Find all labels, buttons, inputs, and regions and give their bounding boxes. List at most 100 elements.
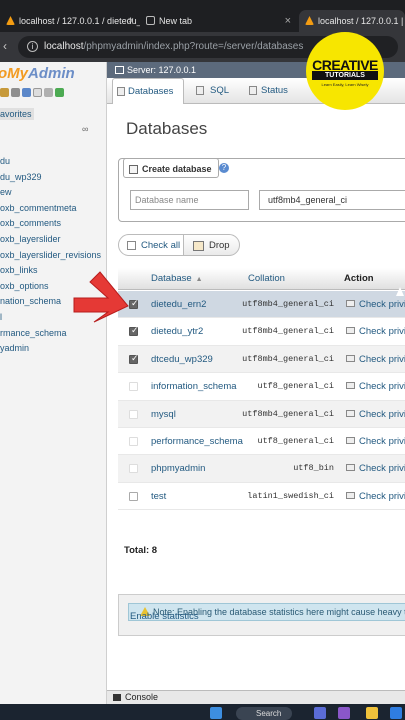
table-row[interactable]: dietedu_ytr2 utf8mb4_general_ci Check pr… [118,318,405,346]
reload-icon[interactable] [55,88,64,97]
sql-icon [196,86,204,95]
row-checkbox[interactable] [129,325,139,337]
enable-statistics-link[interactable]: Enable statistics [130,611,199,622]
browser-tab-3[interactable]: localhost / 127.0.0.1 | ph [299,10,405,32]
tree-item[interactable]: rmance_schema [0,326,106,342]
drop-button[interactable]: Drop [183,234,240,256]
collation-value: utf8_general_ci [257,381,334,392]
row-checkbox[interactable] [129,353,139,364]
tree-item[interactable]: du_wp329 [0,170,106,186]
drop-icon [193,241,204,251]
row-checkbox[interactable] [129,464,138,474]
tree-item[interactable]: oxb_layerslider_revisions [0,248,106,264]
check-privileges-link[interactable]: Check privil [346,346,405,373]
table-row[interactable]: dietedu_ern2 utf8mb4_general_ci Check pr… [118,291,405,319]
collation-value: utf8_general_ci [257,436,334,446]
help-icon[interactable]: ? [219,163,229,173]
privileges-icon [346,327,355,335]
table-row[interactable]: dtcedu_wp329 utf8mb4_general_ci Check pr… [118,345,405,374]
page-title: Databases [126,119,208,138]
tree-item[interactable]: oxb_layerslider [0,232,106,248]
privileges-icon [346,382,355,390]
browser-tab-strip: localhost / 127.0.0.1 / dietedu_yt × New… [0,0,405,32]
check-all-checkbox[interactable] [127,241,136,250]
logout-icon[interactable] [11,88,20,97]
databases-icon [117,87,125,96]
database-tree: du du_wp329 ew oxb_commentmeta oxb_comme… [0,154,106,357]
tree-item[interactable]: yadmin [0,341,106,357]
close-tab-icon[interactable]: × [128,10,134,32]
database-link[interactable]: test [151,483,166,510]
taskbar-app-icon[interactable] [390,707,402,719]
check-privileges-link[interactable]: Check privil [346,428,405,455]
privileges-icon [346,491,355,499]
check-all-button[interactable]: Check all [118,234,190,256]
browser-tab-1[interactable]: localhost / 127.0.0.1 / dietedu_yt × [0,10,140,32]
docs-icon[interactable] [33,88,42,97]
table-row[interactable]: information_schema utf8_general_ci Check… [118,373,405,401]
tab-status[interactable]: Status [245,78,305,104]
collation-value: utf8mb4_general_ci [242,326,334,337]
check-privileges-link[interactable]: Check privil [346,401,405,428]
check-privileges-link[interactable]: Check privil [346,373,405,400]
settings-icon[interactable] [44,88,53,97]
console-bar[interactable]: Console [107,690,405,704]
table-row[interactable]: mysql utf8mb4_general_ci Check privil [118,400,405,428]
new-tab-favicon-icon [146,16,155,25]
folder-icon[interactable] [366,707,378,719]
database-link[interactable]: dietedu_ytr2 [151,318,203,345]
tree-item[interactable]: du [0,154,106,170]
column-header-database[interactable]: Database ▲ [151,268,203,290]
tree-item[interactable]: ew [0,185,106,201]
row-checkbox[interactable] [129,382,138,392]
tab-sql[interactable]: SQL [191,78,239,104]
database-link[interactable]: information_schema [151,373,237,400]
collation-select[interactable]: utf8mb4_general_ci [259,190,405,210]
favorites-tab[interactable]: avorites [0,108,34,120]
database-link[interactable]: mysql [151,401,176,428]
new-database-icon [129,165,138,174]
database-link[interactable]: phpmyadmin [151,455,205,482]
table-row[interactable]: performance_schema utf8_general_ci Check… [118,428,405,456]
table-row[interactable]: test latin1_swedish_ci Check privil [118,482,405,511]
privileges-icon [346,300,355,307]
site-info-icon[interactable]: i [27,41,38,52]
badge-line-3: Learn Easily, Learn Wisely [321,82,369,87]
database-link[interactable]: dtcedu_wp329 [151,346,213,373]
table-row[interactable]: phpmyadmin utf8_bin Check privil [118,455,405,483]
help-icon[interactable] [22,88,31,97]
tree-item[interactable]: oxb_comments [0,216,106,232]
home-icon[interactable] [0,88,9,97]
quick-icons [0,88,66,100]
total-count: Total: 8 [124,545,158,556]
browser-tab-2[interactable]: New tab × [140,10,297,32]
collation-value: utf8mb4_general_ci [242,408,334,419]
tab-databases[interactable]: Databases [112,78,184,104]
create-database-legend: Create database [123,158,219,178]
row-checkbox[interactable] [129,409,138,419]
privileges-icon [346,409,355,417]
check-privileges-link[interactable]: Check privil [346,318,405,345]
database-link[interactable]: dietedu_ern2 [151,291,206,318]
row-checkbox[interactable] [129,437,138,446]
mouse-cursor-icon [396,287,404,296]
phpmyadmin-favicon-icon [6,16,15,25]
column-header-collation[interactable]: Collation [248,268,285,290]
database-link[interactable]: performance_schema [151,428,243,455]
collation-value: utf8_bin [293,463,334,474]
phpmyadmin-logo[interactable]: oMyAdmin [0,65,75,82]
taskbar-app-icon[interactable] [314,707,326,719]
close-tab-icon[interactable]: × [285,10,291,32]
tree-item[interactable]: oxb_commentmeta [0,201,106,217]
check-privileges-link[interactable]: Check privil [346,455,405,482]
row-checkbox[interactable] [129,491,138,501]
link-with-main-icon[interactable]: ∞ [82,124,88,134]
windows-start-icon[interactable] [210,707,222,719]
taskbar-search[interactable]: Search [236,707,292,720]
back-arrow-icon[interactable]: ‹ [3,39,7,53]
check-privileges-link[interactable]: Check privil [346,483,405,510]
database-name-input[interactable] [130,190,249,210]
row-checkbox[interactable] [129,298,139,309]
taskbar-app-icon[interactable] [338,707,350,719]
collation-value: utf8mb4_general_ci [242,299,334,309]
